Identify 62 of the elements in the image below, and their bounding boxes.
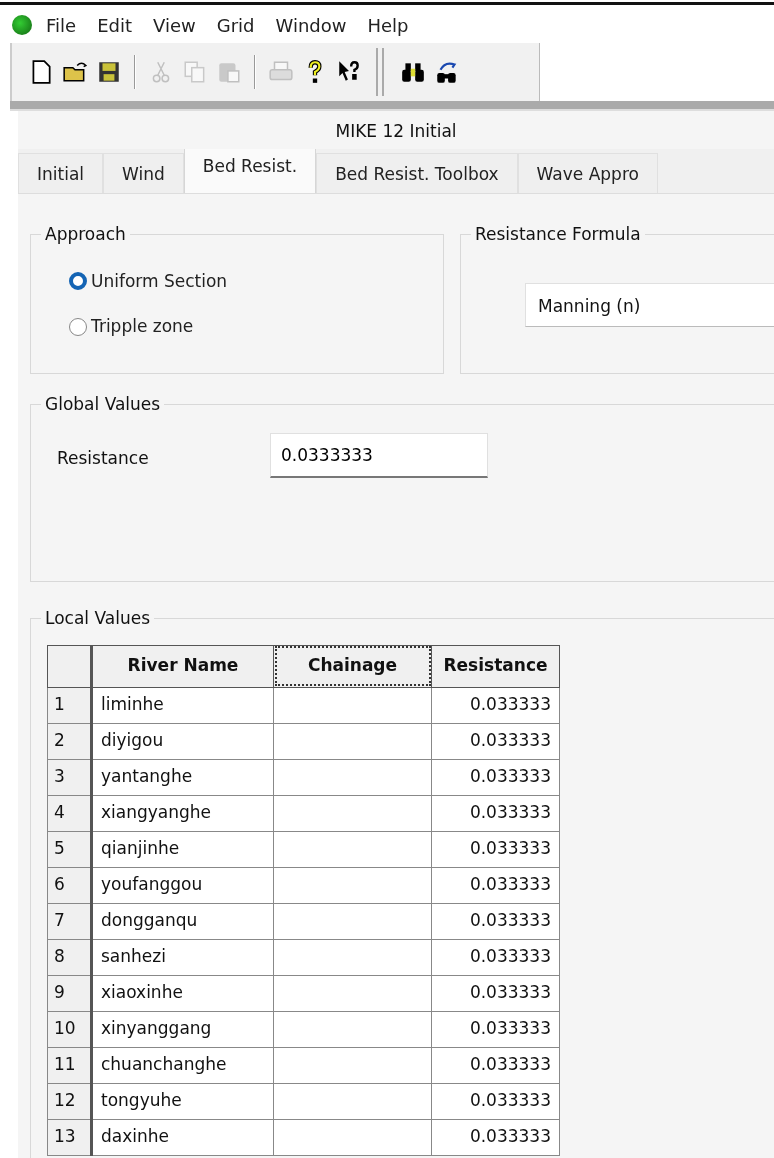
row-header[interactable]: 5: [47, 831, 92, 867]
table-cell: 0.033333: [431, 1083, 560, 1119]
toolbar-grip[interactable]: [376, 48, 384, 96]
table-cell: 0.033333: [431, 1119, 560, 1155]
tab[interactable]: Wave Appro: [517, 152, 658, 193]
dropdown[interactable]: Manning (n): [525, 282, 774, 327]
table-cell: tongyuhe: [91, 1083, 274, 1119]
row-header[interactable]: 3: [47, 759, 92, 795]
table-cell: 0.033333: [431, 1011, 560, 1047]
tab[interactable]: Wind: [103, 152, 184, 193]
row-header[interactable]: 4: [47, 795, 92, 831]
table-cell: 0.033333: [431, 975, 560, 1011]
menu-item[interactable]: Grid: [216, 11, 266, 39]
table-cell: xinyanggang: [91, 1011, 274, 1047]
menu-item[interactable]: View: [153, 11, 207, 39]
row-header[interactable]: 8: [47, 939, 92, 975]
row-header[interactable]: 10: [47, 1011, 92, 1047]
table-cell: diyigou: [91, 723, 274, 759]
field-label: Resistance: [57, 447, 150, 471]
menu-item[interactable]: File: [46, 11, 88, 39]
table-cell: 0.033333: [431, 867, 560, 903]
table-cell: liminhe: [91, 687, 274, 723]
table-cell: dongganqu: [91, 903, 274, 939]
column-header[interactable]: Chainage: [273, 645, 432, 687]
window-title: MIKE 12 Initial: [334, 120, 458, 143]
table-cell: 0.033333: [431, 831, 560, 867]
tab[interactable]: Initial: [18, 152, 104, 193]
table-cell: yantanghe: [91, 759, 274, 795]
table-cell: xiaoxinhe: [91, 975, 274, 1011]
resistance-field[interactable]: 0.0333333: [270, 432, 488, 478]
corner-cell: [47, 645, 92, 687]
menu-item[interactable]: Window: [275, 11, 358, 39]
row-header[interactable]: 1: [47, 687, 92, 723]
table-cell: daxinhe: [91, 1119, 274, 1155]
column-header[interactable]: River Name: [91, 645, 274, 687]
table-cell: 0.033333: [431, 1047, 560, 1083]
row-header[interactable]: 7: [47, 903, 92, 939]
table-cell: 0.033333: [431, 759, 560, 795]
column-header[interactable]: Resistance: [431, 645, 560, 687]
table-cell: qianjinhe: [91, 831, 274, 867]
table-cell: chuanchanghe: [91, 1047, 274, 1083]
menu-item[interactable]: Help: [367, 11, 420, 39]
row-header[interactable]: 11: [47, 1047, 92, 1083]
row-header[interactable]: 2: [47, 723, 92, 759]
tab[interactable]: Bed Resist. Toolbox: [316, 152, 518, 193]
app-icon: [12, 15, 32, 35]
table-cell: 0.033333: [431, 723, 560, 759]
table-cell: 0.033333: [431, 687, 560, 723]
table-cell: 0.033333: [431, 939, 560, 975]
table-cell: sanhezi: [91, 939, 274, 975]
menu-item[interactable]: Edit: [97, 11, 143, 39]
table-cell: youfanggou: [91, 867, 274, 903]
row-header[interactable]: 12: [47, 1083, 92, 1119]
table-cell: 0.033333: [431, 903, 560, 939]
radio-option[interactable]: Tripple zone: [69, 314, 443, 340]
row-header[interactable]: 6: [47, 867, 92, 903]
row-header[interactable]: 9: [47, 975, 92, 1011]
table-cell: xiangyanghe: [91, 795, 274, 831]
row-header[interactable]: 13: [47, 1119, 92, 1155]
tab[interactable]: Bed Resist.: [183, 148, 317, 193]
radio-option[interactable]: Uniform Section: [69, 268, 443, 294]
table-cell: 0.033333: [431, 795, 560, 831]
